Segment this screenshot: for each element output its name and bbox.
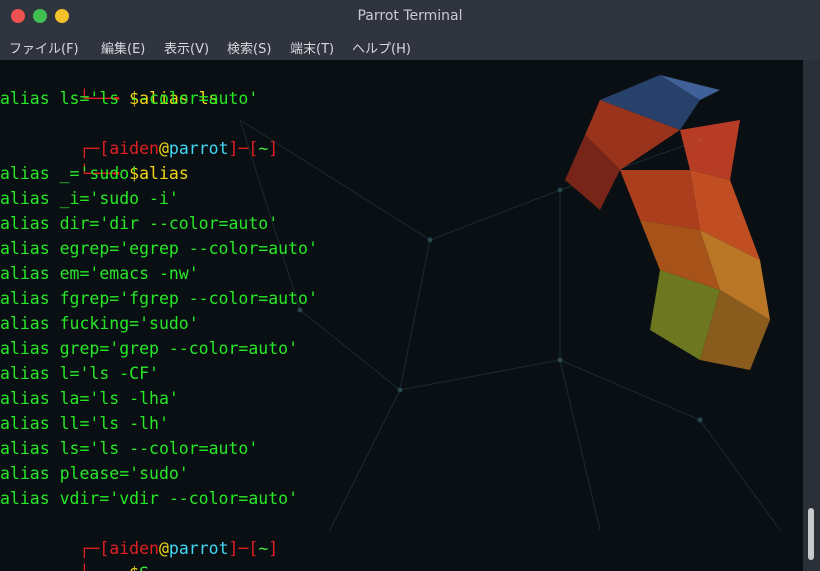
alias-line: alias dir='dir --color=auto' bbox=[0, 214, 279, 233]
terminal-output: └──╼ $alias ls alias ls='ls --color=auto… bbox=[0, 60, 803, 571]
alias-line: alias _i='sudo -i' bbox=[0, 189, 179, 208]
input-text[interactable]: S bbox=[139, 564, 149, 571]
menu-terminal[interactable]: 端末(T) bbox=[290, 38, 334, 57]
window-title: Parrot Terminal bbox=[357, 8, 463, 24]
alias-line: alias egrep='egrep --color=auto' bbox=[0, 239, 318, 258]
menu-edit[interactable]: 編集(E) bbox=[101, 38, 145, 57]
alias-line: alias _='sudo' bbox=[0, 164, 140, 183]
alias-line: alias please='sudo' bbox=[0, 464, 189, 483]
terminal-window: Parrot Terminal ファイル(F) 編集(E) 表示(V) 検索(S… bbox=[0, 0, 820, 571]
menu-help[interactable]: ヘルプ(H) bbox=[352, 38, 411, 57]
alias-line: alias vdir='vdir --color=auto' bbox=[0, 489, 299, 508]
alias-line: alias l='ls -CF' bbox=[0, 364, 159, 383]
prompt-header: ┌─[aiden@parrot]─[~] bbox=[79, 539, 279, 558]
alias-line: alias la='ls -lha' bbox=[0, 389, 179, 408]
prompt-header: ┌─[aiden@parrot]─[~] bbox=[79, 139, 279, 158]
alias-line: alias fgrep='fgrep --color=auto' bbox=[0, 289, 318, 308]
menu-view[interactable]: 表示(V) bbox=[164, 38, 209, 57]
prompt-cwd: ~ bbox=[258, 539, 269, 558]
menu-search[interactable]: 検索(S) bbox=[227, 38, 271, 57]
scrollbar-thumb[interactable] bbox=[808, 508, 814, 560]
output-line: alias ls='ls --color=auto' bbox=[0, 89, 259, 108]
alias-line: alias ls='ls --color=auto' bbox=[0, 439, 259, 458]
terminal-area[interactable]: └──╼ $alias ls alias ls='ls --color=auto… bbox=[0, 60, 803, 571]
prompt-line: └──╼ $alias ls bbox=[79, 89, 219, 108]
scrollbar[interactable] bbox=[803, 60, 820, 571]
alias-line: alias ll='ls -lh' bbox=[0, 414, 169, 433]
active-prompt-line[interactable]: └──╼ $S bbox=[0, 536, 149, 571]
menu-bar: ファイル(F) 編集(E) 表示(V) 検索(S) 端末(T) ヘルプ(H) bbox=[0, 32, 820, 61]
alias-line: alias em='emacs -nw' bbox=[0, 264, 199, 283]
alias-line: alias fucking='sudo' bbox=[0, 314, 199, 333]
prompt-dollar: $ bbox=[129, 564, 139, 571]
prompt-host: parrot bbox=[168, 539, 229, 558]
menu-file[interactable]: ファイル(F) bbox=[9, 38, 79, 57]
prompt-line: └──╼ $alias bbox=[79, 164, 189, 183]
prompt-cwd: ~ bbox=[258, 139, 269, 158]
alias-line: alias grep='grep --color=auto' bbox=[0, 339, 299, 358]
title-bar[interactable]: Parrot Terminal bbox=[0, 0, 820, 32]
